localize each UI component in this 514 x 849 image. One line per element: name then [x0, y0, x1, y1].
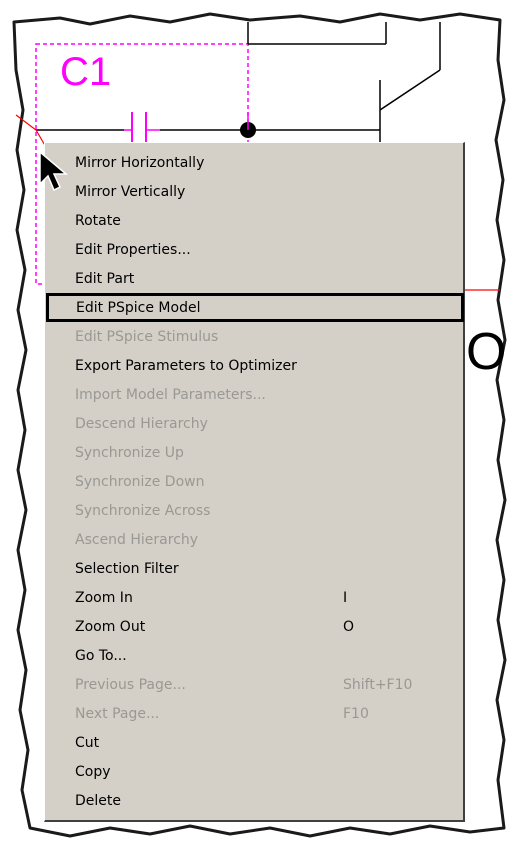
- menu-item-delete[interactable]: Delete: [45, 786, 464, 815]
- menu-item-export-parameters-to-optimizer[interactable]: Export Parameters to Optimizer: [45, 351, 464, 380]
- menu-item-label: Zoom In: [75, 589, 133, 606]
- menu-item-label: Edit PSpice Stimulus: [75, 328, 219, 345]
- menu-item-label: Zoom Out: [75, 618, 146, 635]
- menu-item-label: Edit PSpice Model: [76, 299, 201, 316]
- menu-item-shortcut: O: [343, 618, 355, 635]
- menu-item-label: Copy: [75, 763, 111, 780]
- menu-item-label: Previous Page...: [75, 676, 186, 693]
- menu-item-label: Export Parameters to Optimizer: [75, 357, 297, 374]
- menu-item-copy[interactable]: Copy: [45, 757, 464, 786]
- menu-item-import-model-parameters: Import Model Parameters...: [45, 380, 464, 409]
- menu-item-label: Synchronize Down: [75, 473, 205, 490]
- menu-item-label: Edit Properties...: [75, 241, 191, 258]
- menu-item-label: Edit Part: [75, 270, 135, 287]
- menu-item-label: Mirror Vertically: [75, 183, 186, 200]
- menu-item-label: Selection Filter: [75, 560, 179, 577]
- menu-item-shortcut: F10: [343, 705, 369, 722]
- part-value-label: O: [466, 323, 507, 381]
- menu-item-label: Import Model Parameters...: [75, 386, 266, 403]
- menu-item-previous-page: Previous Page... Shift+F10: [45, 670, 464, 699]
- menu-item-ascend-hierarchy: Ascend Hierarchy: [45, 525, 464, 554]
- menu-item-zoom-in[interactable]: Zoom In I: [45, 583, 464, 612]
- menu-item-selection-filter[interactable]: Selection Filter: [45, 554, 464, 583]
- menu-item-label: Go To...: [75, 647, 127, 664]
- menu-item-edit-part[interactable]: Edit Part: [45, 264, 464, 293]
- context-menu: Mirror Horizontally Mirror Vertically Rota…: [44, 142, 465, 822]
- menu-item-label: Cut: [75, 734, 100, 751]
- menu-item-edit-pspice-stimulus: Edit PSpice Stimulus: [45, 322, 464, 351]
- menu-item-descend-hierarchy: Descend Hierarchy: [45, 409, 464, 438]
- menu-item-label: Synchronize Across: [75, 502, 211, 519]
- menu-item-cut[interactable]: Cut: [45, 728, 464, 757]
- menu-item-mirror-vertically[interactable]: Mirror Vertically: [45, 177, 464, 206]
- menu-item-label: Descend Hierarchy: [75, 415, 208, 432]
- menu-item-go-to[interactable]: Go To...: [45, 641, 464, 670]
- menu-item-edit-pspice-model[interactable]: Edit PSpice Model: [46, 293, 464, 322]
- menu-item-edit-properties[interactable]: Edit Properties...: [45, 235, 464, 264]
- menu-item-label: Next Page...: [75, 705, 160, 722]
- menu-item-label: Ascend Hierarchy: [75, 531, 199, 548]
- menu-item-shortcut: Shift+F10: [343, 676, 413, 693]
- menu-item-next-page: Next Page... F10: [45, 699, 464, 728]
- part-reference-label: C1: [60, 50, 112, 94]
- menu-item-label: Delete: [75, 792, 121, 809]
- menu-item-label: Synchronize Up: [75, 444, 184, 461]
- menu-item-synchronize-down: Synchronize Down: [45, 467, 464, 496]
- menu-item-synchronize-across: Synchronize Across: [45, 496, 464, 525]
- mouse-pointer-icon: [39, 150, 69, 192]
- menu-item-label: Mirror Horizontally: [75, 154, 205, 171]
- menu-item-mirror-horizontally[interactable]: Mirror Horizontally: [45, 148, 464, 177]
- menu-item-zoom-out[interactable]: Zoom Out O: [45, 612, 464, 641]
- menu-item-synchronize-up: Synchronize Up: [45, 438, 464, 467]
- menu-item-rotate[interactable]: Rotate: [45, 206, 464, 235]
- menu-item-shortcut: I: [343, 589, 348, 606]
- menu-item-label: Rotate: [75, 212, 121, 229]
